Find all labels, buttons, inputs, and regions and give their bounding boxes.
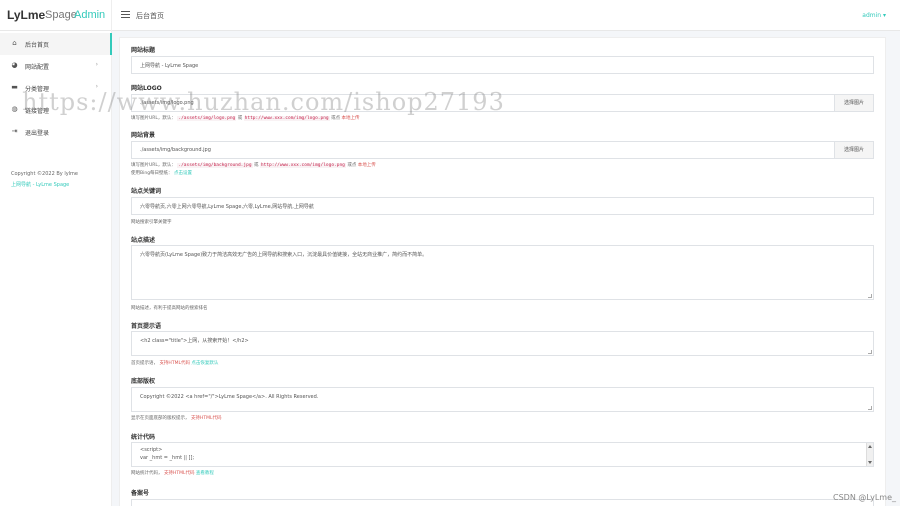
brand-name-part3: Admin <box>74 9 106 21</box>
description-textarea[interactable]: 六零导航页(LyLme Spage)致力于简洁高效无广告的上网导航和搜索入口，沉… <box>131 245 874 300</box>
home-icon: ⌂ <box>12 39 17 47</box>
help-text-or-click: 或点 <box>347 163 357 168</box>
home-tip-label: 首页提示语 <box>131 323 162 330</box>
description-label: 站点描述 <box>131 237 156 244</box>
palette-icon: ◕ <box>11 61 18 69</box>
help-code-example: http://www.xxx.com/img/logo.png <box>259 163 346 168</box>
copyright-link[interactable]: 上网导航 - LyLme Spage <box>11 180 78 191</box>
logo-select-image-button[interactable]: 选择图片 <box>834 95 873 111</box>
stats-code-line: var _hmt = _hmt || []; <box>140 455 195 461</box>
home-tip-help: 首页提示语， 支持HTML代码 点击恢复默认 <box>131 360 218 366</box>
site-title-input[interactable]: 上网导航 - LyLme Spage <box>131 56 874 74</box>
page-title: 后台首页 <box>136 12 164 20</box>
home-tip-value: <h2 class="title">上网，从搜索开始！</h2> <box>140 338 249 344</box>
resize-grip-icon[interactable] <box>868 406 872 410</box>
folder-icon: ▬ <box>11 83 18 91</box>
tutorial-link[interactable]: 查看教程 <box>196 471 214 476</box>
sidebar-item-site-config[interactable]: ◕ 网站配置 › <box>0 55 112 77</box>
site-title-label: 网站标题 <box>131 47 156 54</box>
site-bg-help: 填写图片URL，默认： ./assets/img/background.jpg … <box>131 162 376 168</box>
chevron-right-icon: › <box>95 61 98 68</box>
resize-grip-icon[interactable] <box>868 350 872 354</box>
site-bg-value: ./assets/img/background.jpg <box>140 147 211 153</box>
stats-label: 统计代码 <box>131 434 156 441</box>
sidebar-item-home[interactable]: ⌂ 后台首页 <box>0 33 112 55</box>
description-help: 网站描述，有利于提高网站的搜索排名 <box>131 306 208 311</box>
site-bg-label: 网站背景 <box>131 132 156 139</box>
scroll-up-icon[interactable] <box>868 445 872 448</box>
stats-help: 网站统计代码， 支持HTML代码 查看教程 <box>131 470 214 476</box>
help-code-default: ./assets/img/background.jpg <box>177 163 253 168</box>
sidebar-item-label: 退出登录 <box>25 130 50 137</box>
logo-upload-link[interactable]: 本地上传 <box>342 116 360 121</box>
help-text: 显示在页面底部的版权提示， <box>131 416 190 421</box>
help-text: 首页提示语， <box>131 361 158 366</box>
brand-name-part2: Spage <box>45 9 77 21</box>
scroll-down-icon[interactable] <box>868 461 872 464</box>
footer-value: Copyright ©2022 <a href="/">LyLme Spage<… <box>140 394 319 400</box>
brand-name-part1: LyLme <box>7 8 46 22</box>
stats-textarea[interactable]: <script> var _hmt = _hmt || []; <box>131 442 874 467</box>
description-value: 六零导航页(LyLme Spage)致力于简洁高效无广告的上网导航和搜索入口，沉… <box>140 252 428 258</box>
icp-label: 备案号 <box>131 490 150 497</box>
resize-grip-icon[interactable] <box>868 294 872 298</box>
textarea-scrollbar[interactable] <box>866 443 873 466</box>
hamburger-menu-icon[interactable] <box>121 11 130 19</box>
keywords-input[interactable]: 六零导航页,六零上网六零导航,LyLme Spage,六零,LyLme,网站导航… <box>131 197 874 215</box>
site-bg-input[interactable]: ./assets/img/background.jpg 选择图片 <box>131 141 874 159</box>
sidebar-item-label: 后台首页 <box>25 42 50 49</box>
help-text: 填写图片URL，默认： <box>131 163 176 168</box>
help-text: 使用Bing每日壁纸： <box>131 171 173 176</box>
logout-icon: ⇥ <box>11 127 18 135</box>
copyright-text: Copyright ©2022 By lylme <box>11 171 78 177</box>
html-support-note: 支持HTML代码 <box>190 416 222 421</box>
help-text-or: 或 <box>237 116 243 121</box>
help-text-or: 或 <box>253 163 259 168</box>
keywords-label: 站点关键词 <box>131 188 162 195</box>
brand-logo[interactable]: LyLme Spage Admin <box>0 0 112 31</box>
html-support-note: 支持HTML代码 <box>159 361 190 366</box>
globe-icon: ◍ <box>11 105 18 113</box>
help-text: 网站统计代码， <box>131 471 163 476</box>
home-tip-textarea[interactable]: <h2 class="title">上网，从搜索开始！</h2> <box>131 331 874 356</box>
sidebar-item-logout[interactable]: ⇥ 退出登录 <box>0 121 112 143</box>
bg-select-image-button[interactable]: 选择图片 <box>834 142 873 158</box>
stats-code-line: <script> <box>140 447 163 453</box>
watermark-text: https://www.huzhan.com/ishop27193 <box>22 88 505 116</box>
help-text-or-click: 或点 <box>331 116 341 121</box>
footer-help: 显示在页面底部的版权提示， 支持HTML代码 <box>131 415 221 421</box>
csdn-credit: CSDN @LyLme_ <box>833 493 896 502</box>
sidebar-item-label: 网站配置 <box>25 64 50 71</box>
footer-textarea[interactable]: Copyright ©2022 <a href="/">LyLme Spage<… <box>131 387 874 412</box>
icp-input[interactable] <box>131 499 874 506</box>
help-code-example: http://www.xxx.com/img/logo.png <box>243 116 330 121</box>
html-support-note: 支持HTML代码 <box>163 471 195 476</box>
sidebar-copyright: Copyright ©2022 By lylme 上网导航 - LyLme Sp… <box>11 169 78 191</box>
bg-upload-link[interactable]: 本地上传 <box>358 163 376 168</box>
keywords-help: 网站搜索引擎关键字 <box>131 220 172 225</box>
site-bg-help-bing: 使用Bing每日壁纸： 点击设置 <box>131 170 192 176</box>
user-dropdown[interactable]: admin ▾ <box>862 12 886 19</box>
footer-label: 底部版权 <box>131 378 156 385</box>
help-text: 填写图片URL，默认： <box>131 116 176 121</box>
help-code-default: ./assets/img/logo.png <box>177 116 237 121</box>
restore-default-link[interactable]: 点击恢复默认 <box>191 361 218 366</box>
bing-setting-link[interactable]: 点击设置 <box>174 171 192 176</box>
top-navbar: LyLme Spage Admin 后台首页 admin ▾ <box>0 0 900 31</box>
